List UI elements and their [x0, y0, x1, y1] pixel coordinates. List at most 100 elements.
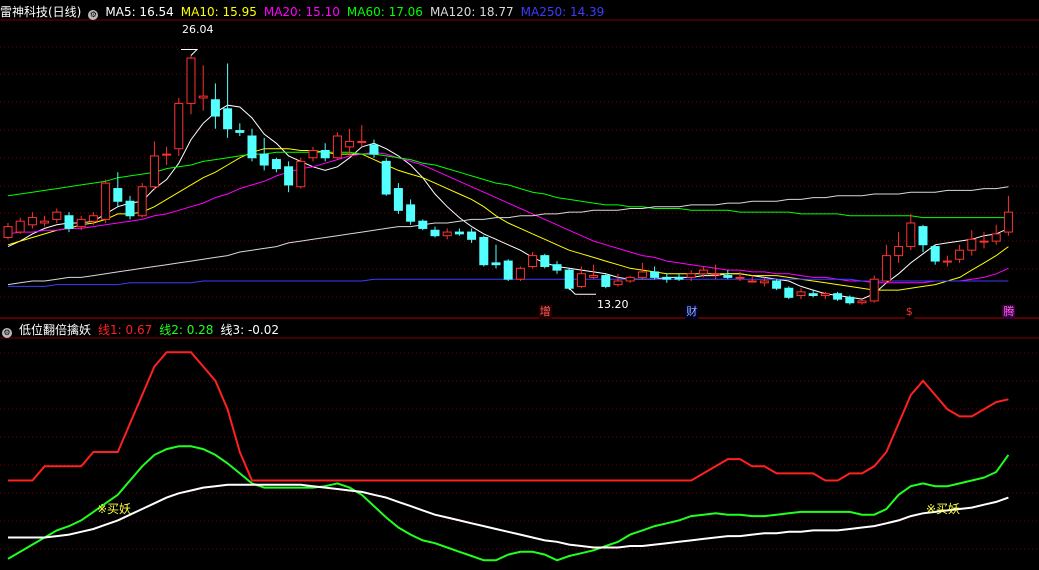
- candle-up: [759, 280, 769, 284]
- candle-up: [332, 135, 342, 159]
- event-badge[interactable]: 增: [538, 305, 552, 319]
- candle-down: [772, 280, 782, 289]
- candle-down: [125, 200, 135, 217]
- candle-down: [393, 188, 403, 211]
- candle-down: [406, 204, 416, 222]
- buy-signal-label: ※买妖: [97, 502, 132, 516]
- candle-up: [174, 102, 184, 150]
- candle-down: [808, 293, 818, 296]
- candle-up: [442, 231, 452, 237]
- candle-up: [698, 269, 708, 275]
- main-chart-header: 雷神科技(日线) ⚙ MA5: 16.54 MA10: 15.95 MA20: 15.1…: [0, 4, 611, 20]
- candle-down: [271, 159, 281, 170]
- indicator-header: ⚙ 低位翻倍擒妖 线1: 0.67 线2: 0.28 线3: -0.02: [0, 322, 286, 338]
- candle-up: [528, 255, 538, 267]
- candle-up: [88, 215, 98, 222]
- high-price-label: 26.04: [182, 23, 214, 36]
- candle-up: [881, 255, 891, 282]
- ma10-value: MA10: 15.95: [180, 5, 257, 19]
- line2-value: 线2: 0.28: [159, 323, 214, 337]
- candle-up: [198, 95, 208, 99]
- candle-down: [235, 130, 245, 133]
- candle-down: [259, 153, 269, 166]
- candle-up: [52, 211, 62, 220]
- candle-up: [101, 182, 111, 220]
- candle-up: [625, 276, 635, 282]
- candle-down: [381, 160, 391, 195]
- event-badge[interactable]: $: [904, 305, 914, 319]
- ma60-value: MA60: 17.06: [346, 5, 423, 19]
- ma250-value: MA250: 14.39: [520, 5, 605, 19]
- candle-up: [686, 273, 696, 278]
- candle-up: [296, 160, 306, 188]
- candle-up: [137, 186, 147, 217]
- indicator-title: 低位翻倍擒妖: [19, 323, 92, 337]
- low-pointer: [568, 287, 596, 295]
- low-price-label: 13.20: [597, 298, 629, 311]
- candle-up: [186, 57, 196, 104]
- candle-up: [857, 300, 867, 304]
- settings-icon[interactable]: ⚙: [88, 10, 99, 20]
- candle-down: [564, 269, 574, 289]
- candle-up: [162, 153, 172, 156]
- candle-down: [723, 275, 733, 278]
- candle-down: [650, 271, 660, 278]
- candle-down: [674, 276, 684, 280]
- settings-icon[interactable]: ⚙: [2, 328, 12, 338]
- candle-up: [3, 226, 13, 238]
- candle-down: [503, 260, 513, 280]
- candle-down: [223, 108, 233, 130]
- candle-up: [955, 249, 965, 260]
- candle-up: [1003, 211, 1013, 233]
- indicator-line-1: [8, 351, 1009, 482]
- candle-down: [210, 99, 220, 117]
- candle-down: [284, 166, 294, 186]
- candle-up: [15, 220, 25, 233]
- candle-up: [979, 240, 989, 243]
- candle-down: [552, 264, 562, 271]
- candle-down: [479, 237, 489, 266]
- candle-down: [467, 231, 477, 240]
- candle-up: [942, 260, 952, 263]
- candle-down: [491, 262, 501, 266]
- high-pointer: [181, 49, 199, 56]
- candle-up: [515, 267, 525, 280]
- candle-down: [918, 226, 928, 246]
- candle-up: [711, 273, 721, 276]
- candle-down: [247, 135, 257, 159]
- candle-down: [845, 296, 855, 304]
- candle-up: [76, 218, 86, 228]
- candle-down: [662, 276, 672, 280]
- stock-title: 雷神科技(日线): [0, 5, 82, 19]
- event-badge[interactable]: 腾: [1002, 305, 1016, 319]
- indicator-line-3: [8, 483, 1009, 549]
- candle-down: [833, 293, 843, 300]
- chart-canvas[interactable]: [0, 0, 1039, 570]
- event-badge[interactable]: 财: [685, 305, 699, 319]
- candle-down: [930, 246, 940, 262]
- candle-up: [820, 293, 830, 296]
- candle-up: [735, 276, 745, 279]
- candle-down: [454, 231, 464, 235]
- candle-down: [601, 275, 611, 287]
- candle-up: [869, 278, 879, 302]
- candle-down: [64, 215, 74, 229]
- ma120-value: MA120: 18.77: [429, 5, 514, 19]
- candle-up: [906, 222, 916, 248]
- candle-up: [613, 280, 623, 286]
- candle-up: [894, 246, 904, 257]
- candle-up: [967, 238, 977, 251]
- candle-up: [345, 140, 355, 148]
- candle-up: [589, 275, 599, 278]
- candle-up: [796, 291, 806, 296]
- candle-up: [27, 217, 37, 226]
- candle-up: [149, 155, 159, 188]
- candle-down: [430, 229, 440, 237]
- candle-up: [357, 140, 367, 143]
- candle-down: [418, 220, 428, 229]
- candle-up: [747, 280, 757, 283]
- ma20-value: MA20: 15.10: [263, 5, 340, 19]
- ma5-value: MA5: 16.54: [105, 5, 174, 19]
- candle-down: [784, 287, 794, 298]
- candle-up: [308, 150, 318, 159]
